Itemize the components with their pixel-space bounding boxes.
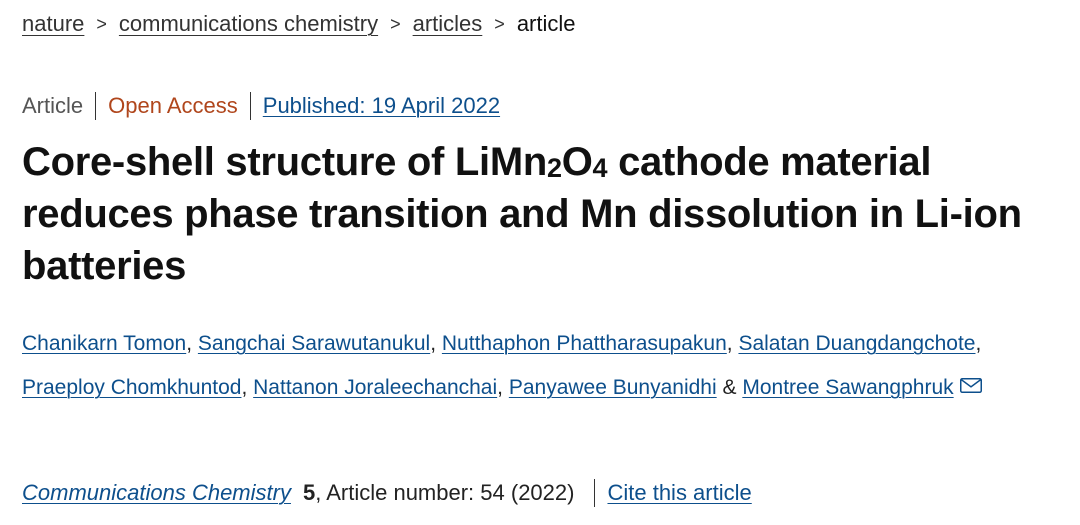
- divider: [594, 479, 596, 507]
- breadcrumb-link-nature[interactable]: nature: [22, 11, 84, 36]
- chevron-right-icon: >: [96, 14, 107, 34]
- article-number: , Article number: 54 (2022): [315, 480, 575, 505]
- cite-this-article-link[interactable]: Cite this article: [607, 478, 751, 508]
- author-separator: ,: [975, 332, 982, 355]
- title-part: Core-shell structure of LiMn: [22, 140, 547, 184]
- author-link[interactable]: Nattanon Joraleechanchai: [253, 376, 497, 399]
- author-link[interactable]: Praeploy Chomkhuntod: [22, 376, 241, 399]
- author-separator: ,: [430, 332, 442, 355]
- author-separator: ,: [186, 332, 198, 355]
- article-meta: Article Open Access Published: 19 April …: [22, 92, 500, 120]
- title-part: O: [561, 140, 593, 184]
- divider: [249, 92, 251, 120]
- author-link[interactable]: Chanikarn Tomon: [22, 332, 186, 355]
- chevron-right-icon: >: [390, 14, 401, 34]
- mail-icon[interactable]: [959, 378, 982, 393]
- breadcrumb-current: article: [516, 11, 576, 36]
- author-link[interactable]: Salatan Duangdangchote: [738, 332, 975, 355]
- author-separator: ,: [726, 332, 739, 355]
- corresponding-author-link[interactable]: Montree Sawangphruk: [742, 376, 953, 399]
- article-type: Article: [22, 93, 84, 118]
- journal-link[interactable]: Communications Chemistry: [22, 478, 291, 508]
- title-subscript: 4: [592, 153, 608, 183]
- divider: [95, 92, 97, 120]
- author-separator: ,: [241, 376, 254, 399]
- title-subscript: 2: [546, 153, 562, 183]
- author-conjunction: &: [716, 376, 743, 399]
- author-separator: ,: [497, 376, 509, 399]
- chevron-right-icon: >: [494, 14, 505, 34]
- breadcrumb-link-communications-chemistry[interactable]: communications chemistry: [119, 11, 378, 36]
- breadcrumb: nature > communications chemistry > articles…: [22, 10, 576, 39]
- author-link[interactable]: Panyawee Bunyanidhi: [509, 376, 717, 399]
- published-date-link[interactable]: Published: 19 April 2022: [263, 92, 500, 120]
- breadcrumb-link-articles[interactable]: articles: [413, 11, 483, 36]
- author-link[interactable]: Sangchai Sarawutanukul: [198, 332, 430, 355]
- open-access-label: Open Access: [108, 93, 238, 118]
- author-link[interactable]: Nutthaphon Phattharasupakun: [442, 332, 727, 355]
- page-title: Core-shell structure of LiMn2O4 cathode …: [22, 136, 1062, 292]
- author-list: Chanikarn Tomon, Sangchai Sarawutanukul,…: [22, 322, 1062, 410]
- citation-line: Communications Chemistry 5, Article numb…: [22, 478, 752, 508]
- journal-volume: 5: [302, 480, 316, 505]
